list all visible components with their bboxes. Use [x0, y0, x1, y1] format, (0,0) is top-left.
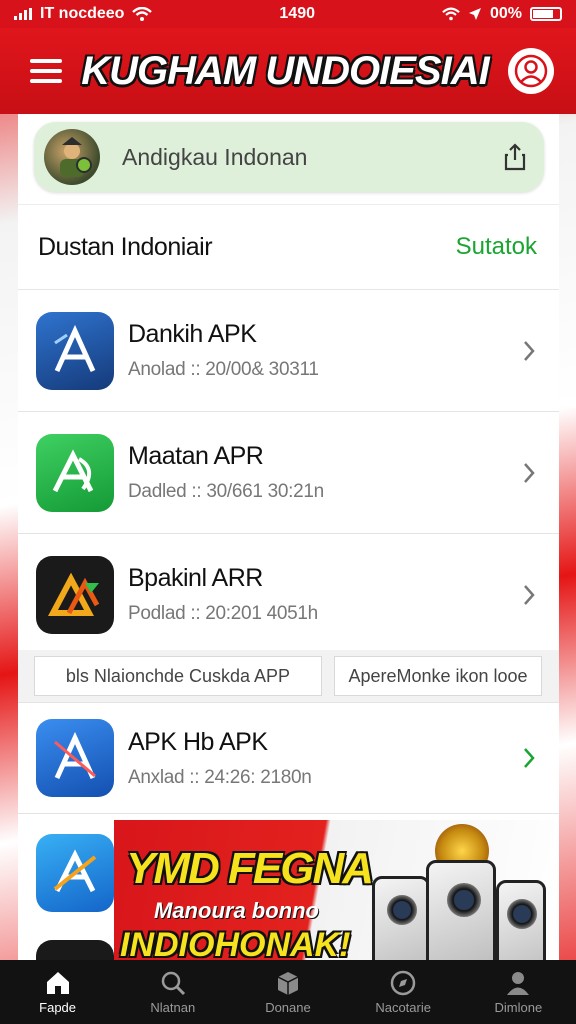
- carrier-label: IT nocdeeo: [40, 5, 125, 22]
- nav-label: Dimlone: [494, 999, 543, 1015]
- menu-icon[interactable]: [30, 59, 62, 83]
- battery-percent: 00%: [489, 5, 522, 22]
- nav-compass[interactable]: Nacotarie: [348, 970, 458, 1015]
- tag-chip[interactable]: ApereMonke ikon looe: [334, 656, 542, 696]
- share-icon[interactable]: [504, 143, 526, 171]
- app-name: APK Hb APK: [128, 727, 268, 756]
- app-store-icon: [36, 311, 114, 390]
- status-time: 1490: [279, 5, 315, 22]
- chevron-right-icon: [515, 744, 543, 772]
- triangle-logo-icon: [36, 555, 114, 634]
- app-icon-partial[interactable]: [36, 940, 114, 960]
- banner-subline-2: INDIOHONAK!: [120, 926, 351, 960]
- nav-label: Fapde: [39, 999, 77, 1015]
- phone-image: [426, 860, 496, 960]
- app-meta: Anolad :: 20/00& 30311: [128, 359, 319, 380]
- tag-chip[interactable]: bls Nlaionchde Cuskda APP: [34, 656, 322, 696]
- wifi-icon: [442, 7, 460, 21]
- profile-button[interactable]: [507, 48, 554, 94]
- user-icon: [514, 54, 548, 88]
- phone-image: [372, 876, 430, 960]
- battery-icon: [529, 7, 562, 21]
- home-icon: [46, 971, 69, 994]
- app-row[interactable]: APK Hb APK Anxlad :: 24:26: 2180n: [18, 702, 559, 814]
- compass-icon: [390, 970, 416, 995]
- banner-subline: Manoura bonno: [154, 898, 319, 923]
- banner-headline: YMD FEGNA: [126, 844, 374, 893]
- app-store-icon[interactable]: [36, 834, 114, 912]
- search-bar[interactable]: Andigkau Indonan: [34, 122, 544, 192]
- nav-search[interactable]: Nlatnan: [118, 970, 228, 1015]
- nav-box[interactable]: Donane: [233, 970, 343, 1015]
- chevron-right-icon: [515, 581, 543, 609]
- app-row[interactable]: Maatan APR Dadled :: 30/661 30:21n: [18, 412, 559, 534]
- app-meta: Anxlad :: 24:26: 2180n: [128, 766, 312, 788]
- warrior-avatar-icon: [44, 129, 100, 185]
- app-title: KUGHAM UNDOIESIAI: [81, 48, 489, 93]
- box-icon: [277, 971, 299, 995]
- nav-label: Donane: [265, 999, 311, 1015]
- app-store-icon: [36, 719, 114, 797]
- nav-profile[interactable]: Dimlone: [463, 970, 573, 1015]
- wifi-icon: [132, 7, 153, 21]
- main-panel: Andigkau Indonan Dustan Indoniair Sutato…: [18, 114, 559, 960]
- search-input[interactable]: Andigkau Indonan: [122, 144, 504, 171]
- chevron-right-icon: [515, 459, 543, 487]
- app-name: Bpakinl ARR: [128, 564, 263, 592]
- profile-icon: [507, 971, 530, 995]
- android-app-icon: [36, 433, 114, 512]
- signal-icon: [14, 8, 32, 20]
- phone-image: [496, 880, 546, 960]
- app-row[interactable]: Bpakinl ARR Podlad :: 20:201 4051h: [18, 534, 559, 656]
- nav-home[interactable]: Fapde: [3, 970, 113, 1015]
- app-row[interactable]: Dankih APK Anolad :: 20/00& 30311: [18, 290, 559, 412]
- app-name: Maatan APR: [128, 442, 264, 470]
- status-bar: IT nocdeeo 1490 00%: [0, 0, 576, 28]
- nav-label: Nlatnan: [150, 999, 196, 1015]
- tag-bar: bls Nlaionchde Cuskda APP ApereMonke iko…: [18, 650, 559, 702]
- location-arrow-icon: [468, 8, 481, 20]
- bottom-nav: Fapde Nlatnan Donane Nacotarie Dimlone: [0, 960, 576, 1024]
- app-meta: Podlad :: 20:201 4051h: [128, 603, 318, 624]
- promo-banner[interactable]: YMD FEGNA Manoura bonno INDIOHONAK!: [114, 820, 559, 960]
- search-icon: [161, 971, 185, 995]
- chevron-right-icon: [515, 337, 543, 365]
- section-action-link[interactable]: Sutatok: [456, 233, 537, 261]
- section-header: Dustan Indoniair Sutatok: [18, 204, 559, 290]
- app-name: Dankih APK: [128, 320, 257, 348]
- section-title: Dustan Indoniair: [38, 232, 213, 261]
- promo-row: YMD FEGNA Manoura bonno INDIOHONAK!: [18, 816, 559, 960]
- app-header: KUGHAM UNDOIESIAI: [0, 28, 576, 114]
- app-meta: Dadled :: 30/661 30:21n: [128, 481, 324, 502]
- nav-label: Nacotarie: [375, 999, 431, 1015]
